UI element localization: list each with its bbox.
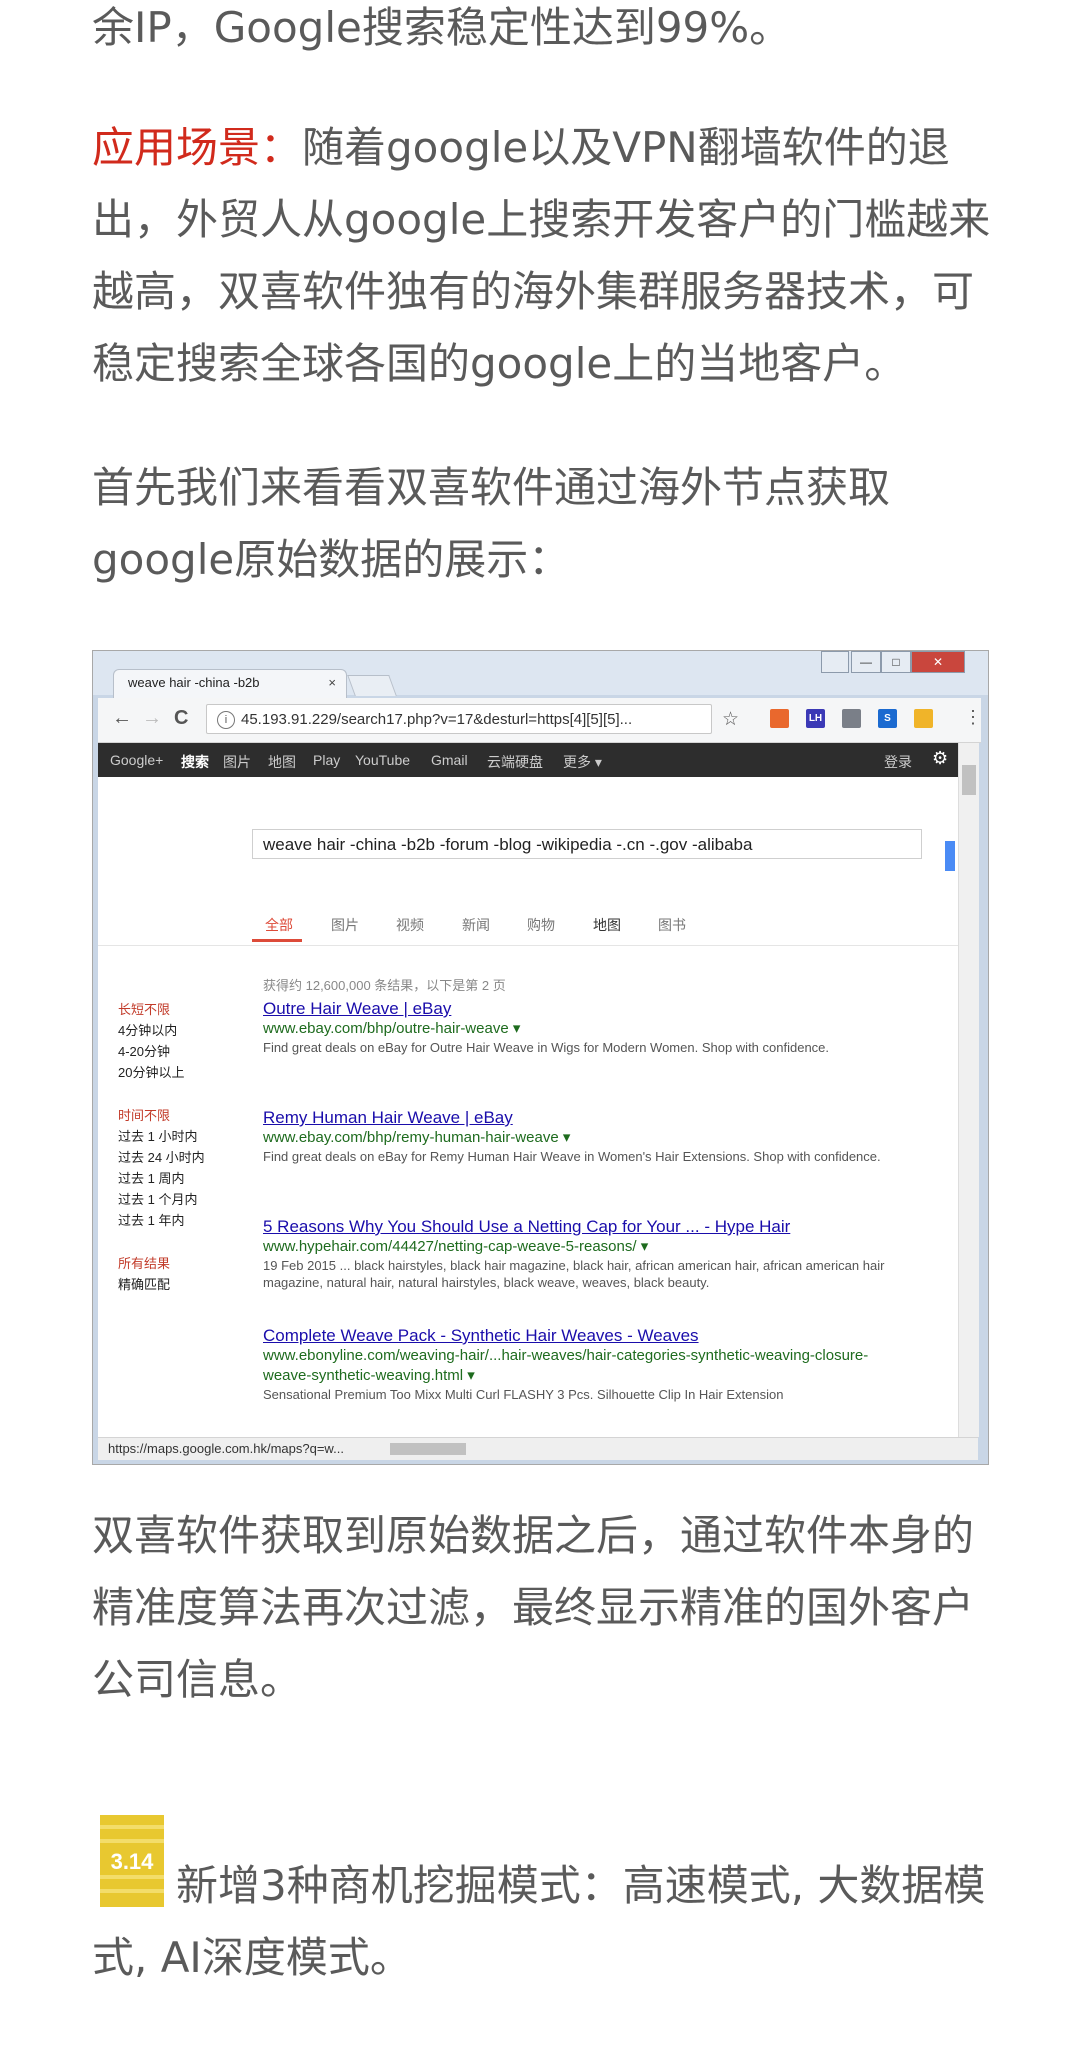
tab-all[interactable]: 全部 — [265, 915, 293, 935]
window-titlebar: weave hair -china -b2b × — □ ✕ — [93, 651, 988, 699]
gbar-item[interactable]: 云端硬盘 — [487, 752, 543, 772]
extension-icon-3[interactable] — [842, 709, 861, 728]
extension-icon-s[interactable]: S — [878, 709, 897, 728]
filter-option[interactable]: 过去 1 小时内 — [118, 1126, 205, 1147]
tab-title: weave hair -china -b2b — [128, 675, 260, 690]
bookmark-star-icon[interactable]: ☆ — [722, 708, 739, 731]
paragraph-1: 余IP，Google搜索稳定性达到99%。 — [92, 3, 792, 52]
extension-icon-1[interactable] — [770, 709, 789, 728]
tab-images[interactable]: 图片 — [331, 915, 359, 935]
filter-option[interactable]: 精确匹配 — [118, 1274, 170, 1295]
scenario-label: 应用场景： — [92, 123, 303, 172]
match-filter: 所有结果 精确匹配 — [118, 1253, 170, 1295]
result-title-link[interactable]: Outre Hair Weave | eBay — [263, 999, 903, 1019]
forward-arrow-icon[interactable]: → — [142, 707, 162, 730]
result-snippet: Sensational Premium Too Mixx Multi Curl … — [263, 1387, 784, 1402]
google-topbar: Google+ 搜索 图片 地图 Play YouTube Gmail 云端硬盘… — [98, 743, 958, 777]
tab-shopping[interactable]: 购物 — [527, 915, 555, 935]
minimize-button[interactable]: — — [851, 651, 881, 673]
filter-option[interactable]: 4-20分钟 — [118, 1041, 184, 1062]
extension-icon-5[interactable] — [914, 709, 933, 728]
result-url[interactable]: www.hypehair.com/44427/netting-cap-weave… — [263, 1237, 903, 1257]
extension-icon-lh[interactable]: LH — [806, 709, 825, 728]
search-result: Outre Hair Weave | eBay www.ebay.com/bhp… — [263, 999, 903, 1056]
maximize-button[interactable]: □ — [881, 651, 911, 673]
gbar-item[interactable]: 更多 ▾ — [563, 752, 602, 772]
tab-maps[interactable]: 地图 — [593, 915, 621, 935]
gear-icon[interactable]: ⚙ — [932, 748, 948, 769]
info-icon[interactable]: i — [217, 711, 235, 729]
status-bar: https://maps.google.com.hk/maps?q=w... — [98, 1437, 978, 1460]
browser-screenshot: weave hair -china -b2b × — □ ✕ ← → C i 45.… — [92, 650, 989, 1465]
browser-toolbar: ← → C i 45.193.91.229/search17.php?v=17&d… — [98, 698, 982, 743]
result-url[interactable]: www.ebay.com/bhp/outre-hair-weave ▾ — [263, 1019, 903, 1039]
duration-filter: 长短不限 4分钟以内 4-20分钟 20分钟以上 — [118, 999, 184, 1083]
filter-option[interactable]: 20分钟以上 — [118, 1062, 184, 1083]
close-window-button[interactable]: ✕ — [911, 651, 965, 673]
active-tab-indicator — [252, 939, 302, 942]
time-filter: 时间不限 过去 1 小时内 过去 24 小时内 过去 1 周内 过去 1 个月内… — [118, 1105, 205, 1231]
gbar-item[interactable]: Gmail — [431, 752, 468, 768]
search-result: Remy Human Hair Weave | eBay www.ebay.co… — [263, 1108, 903, 1165]
new-tab-button[interactable] — [347, 675, 397, 696]
paragraph-5: 新增3种商机挖掘模式：高速模式, 大数据模式, AI深度模式。 — [92, 1861, 986, 1982]
divider — [98, 945, 958, 946]
result-snippet: 19 Feb 2015 ... black hairstyles, black … — [263, 1258, 885, 1290]
filter-title[interactable]: 时间不限 — [118, 1105, 205, 1126]
filter-title[interactable]: 长短不限 — [118, 999, 184, 1020]
tab-videos[interactable]: 视频 — [396, 915, 424, 935]
vertical-scrollbar[interactable] — [958, 743, 979, 1437]
horizontal-scrollbar-thumb[interactable] — [390, 1443, 466, 1455]
scrollbar-thumb[interactable] — [962, 765, 976, 795]
paragraph-4: 双喜软件获取到原始数据之后，通过软件本身的精准度算法再次过滤，最终显示精准的国外… — [92, 1511, 975, 1704]
result-snippet: Find great deals on eBay for Remy Human … — [263, 1149, 881, 1164]
filter-option[interactable]: 过去 1 个月内 — [118, 1189, 205, 1210]
reload-icon[interactable]: C — [174, 707, 188, 730]
url-text: 45.193.91.229/search17.php?v=17&desturl=… — [241, 711, 633, 728]
result-title-link[interactable]: Remy Human Hair Weave | eBay — [263, 1108, 903, 1128]
tab-close-icon[interactable]: × — [328, 675, 336, 690]
gbar-item[interactable]: 搜索 — [181, 752, 209, 772]
filter-option[interactable]: 过去 24 小时内 — [118, 1147, 205, 1168]
paragraph-2: 应用场景：随着google以及VPN翻墙软件的退出，外贸人从google上搜索开… — [92, 112, 992, 400]
result-stats: 获得约 12,600,000 条结果，以下是第 2 页 — [263, 978, 506, 993]
result-url[interactable]: www.ebay.com/bhp/remy-human-hair-weave ▾ — [263, 1128, 903, 1148]
tab-books[interactable]: 图书 — [658, 915, 686, 935]
profile-button[interactable] — [821, 651, 849, 673]
gbar-item[interactable]: 地图 — [268, 752, 296, 772]
search-result: Complete Weave Pack - Synthetic Hair Wea… — [263, 1326, 903, 1403]
filter-option[interactable]: 过去 1 年内 — [118, 1210, 205, 1231]
back-arrow-icon[interactable]: ← — [112, 707, 132, 730]
address-bar[interactable]: i 45.193.91.229/search17.php?v=17&desturl… — [206, 704, 712, 734]
filter-option[interactable]: 4分钟以内 — [118, 1020, 184, 1041]
more-menu-icon[interactable]: ⋮ — [964, 707, 982, 728]
gbar-item[interactable]: YouTube — [355, 752, 410, 768]
gbar-item[interactable]: Google+ — [110, 752, 163, 768]
result-snippet: Find great deals on eBay for Outre Hair … — [263, 1040, 830, 1055]
result-title-link[interactable]: 5 Reasons Why You Should Use a Netting C… — [263, 1217, 903, 1237]
login-link[interactable]: 登录 — [884, 752, 912, 772]
google-results-page: weave hair -china -b2b -forum -blog -wik… — [98, 777, 958, 1437]
result-url[interactable]: www.ebonyline.com/weaving-hair/...hair-w… — [263, 1346, 903, 1386]
gbar-item[interactable]: Play — [313, 752, 340, 768]
search-submit-button[interactable] — [945, 841, 955, 871]
filter-title[interactable]: 所有结果 — [118, 1253, 170, 1274]
search-input[interactable]: weave hair -china -b2b -forum -blog -wik… — [252, 829, 922, 859]
browser-tab[interactable]: weave hair -china -b2b × — [113, 669, 347, 699]
status-url: https://maps.google.com.hk/maps?q=w... — [108, 1441, 344, 1456]
tab-news[interactable]: 新闻 — [462, 915, 490, 935]
result-title-link[interactable]: Complete Weave Pack - Synthetic Hair Wea… — [263, 1326, 903, 1346]
filter-option[interactable]: 过去 1 周内 — [118, 1168, 205, 1189]
paragraph-3: 首先我们来看看双喜软件通过海外节点获取google原始数据的展示： — [92, 463, 891, 584]
search-result: 5 Reasons Why You Should Use a Netting C… — [263, 1217, 903, 1291]
gbar-item[interactable]: 图片 — [223, 752, 251, 772]
